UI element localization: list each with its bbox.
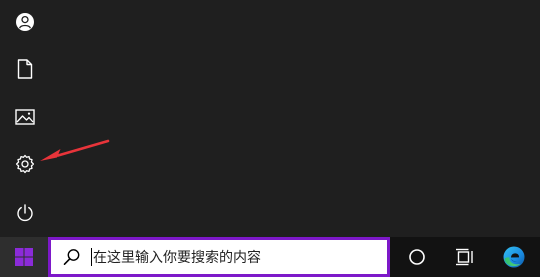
task-view-button[interactable] [441, 237, 489, 277]
edge-icon [503, 246, 525, 268]
taskbar: 在这里输入你要搜索的内容 [0, 237, 540, 277]
gear-icon [15, 154, 34, 174]
search-placeholder: 在这里输入你要搜索的内容 [93, 250, 261, 266]
start-menu-sidebar [0, 0, 49, 237]
account-button[interactable] [0, 0, 49, 44]
circle-icon [409, 249, 425, 265]
power-button[interactable] [0, 191, 49, 235]
start-button[interactable] [0, 237, 48, 277]
edge-button[interactable] [490, 237, 538, 277]
settings-button[interactable] [0, 142, 49, 186]
power-icon [16, 204, 33, 222]
search-icon-container [57, 240, 87, 274]
search-icon [63, 249, 80, 266]
task-view-icon [456, 248, 473, 266]
text-caret [91, 248, 92, 266]
document-icon [17, 59, 32, 79]
desktop-screen: 在这里输入你要搜索的内容 [0, 0, 540, 277]
documents-button[interactable] [0, 47, 49, 91]
cortana-button[interactable] [393, 237, 441, 277]
taskbar-search-box[interactable]: 在这里输入你要搜索的内容 [48, 237, 390, 277]
pictures-button[interactable] [0, 95, 49, 139]
image-icon [14, 109, 35, 125]
windows-logo-icon [15, 248, 33, 266]
user-icon [15, 13, 34, 31]
